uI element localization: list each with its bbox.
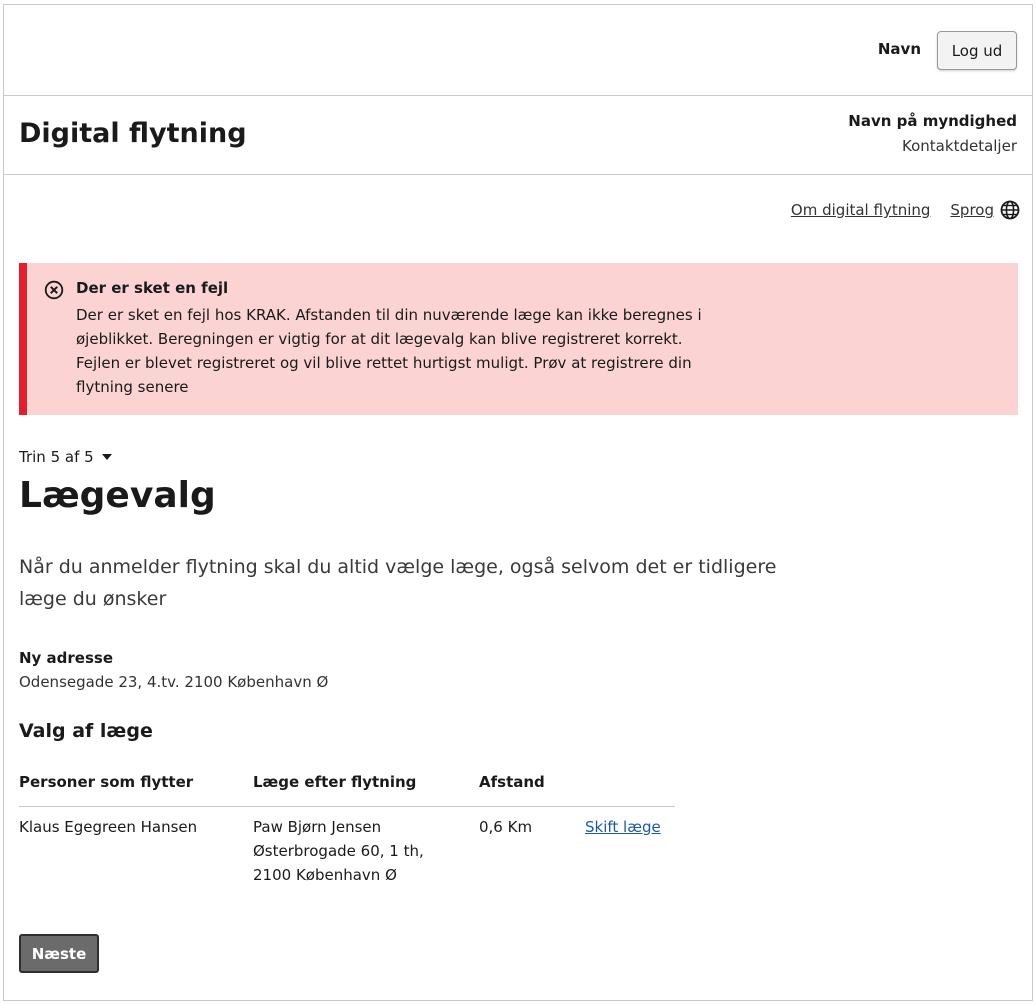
table-row: Klaus Egegreen Hansen Paw Bjørn Jensen Ø… (19, 806, 675, 887)
site-header: Digital flytning Navn på myndighed Konta… (4, 96, 1032, 175)
next-button[interactable]: Næste (19, 934, 99, 973)
doctor-street: Østerbrogade 60, 1 th, (253, 841, 424, 860)
alert-title: Der er sket en fejl (76, 279, 229, 297)
distance-value: 0,6 Km (479, 817, 533, 836)
new-address-value: Odensegade 23, 4.tv. 2100 København Ø (19, 673, 329, 691)
page-frame: Navn Log ud Digital flytning Navn på myn… (3, 4, 1033, 1001)
column-header-doctor: Læge efter flytning (253, 773, 479, 807)
top-bar: Navn Log ud (4, 5, 1032, 96)
column-header-distance: Afstand (479, 773, 585, 807)
doctor-table: Personer som flytter Læge efter flytning… (19, 773, 675, 887)
step-label: Trin 5 af 5 (19, 448, 94, 466)
column-header-persons: Personer som flytter (19, 773, 253, 807)
new-address-label: Ny adresse (19, 649, 114, 667)
site-title: Digital flytning (19, 118, 247, 149)
table-header-row: Personer som flytter Læge efter flytning… (19, 773, 675, 807)
page-title: Lægevalg (19, 475, 216, 516)
person-name: Klaus Egegreen Hansen (19, 817, 198, 836)
doctor-city: 2100 København Ø (253, 865, 397, 884)
lead-text: Når du anmelder flytning skal du altid v… (19, 556, 777, 610)
authority-name: Navn på myndighed (848, 112, 1017, 130)
utility-links: Om digital flytning Sprog (791, 200, 1020, 220)
logout-button[interactable]: Log ud (937, 31, 1017, 70)
column-header-action (585, 773, 675, 807)
caret-down-icon (101, 454, 112, 460)
step-indicator[interactable]: Trin 5 af 5 (19, 448, 112, 466)
error-alert: Der er sket en fejl Der er sket en fejl … (19, 263, 1018, 415)
globe-icon[interactable] (1000, 200, 1020, 220)
alert-message: Der er sket en fejl hos KRAK. Afstanden … (76, 306, 702, 396)
error-icon (44, 280, 64, 300)
contact-details[interactable]: Kontaktdetaljer (902, 137, 1017, 155)
action-cell: Skift læge (585, 806, 675, 887)
language-link[interactable]: Sprog (950, 201, 994, 219)
change-doctor-link[interactable]: Skift læge (585, 818, 661, 836)
doctor-cell: Paw Bjørn Jensen Østerbrogade 60, 1 th, … (253, 806, 479, 887)
doctor-section-title: Valg af læge (19, 720, 153, 742)
about-link[interactable]: Om digital flytning (791, 201, 930, 219)
doctor-name: Paw Bjørn Jensen (253, 817, 382, 836)
user-name: Navn (877, 40, 921, 58)
